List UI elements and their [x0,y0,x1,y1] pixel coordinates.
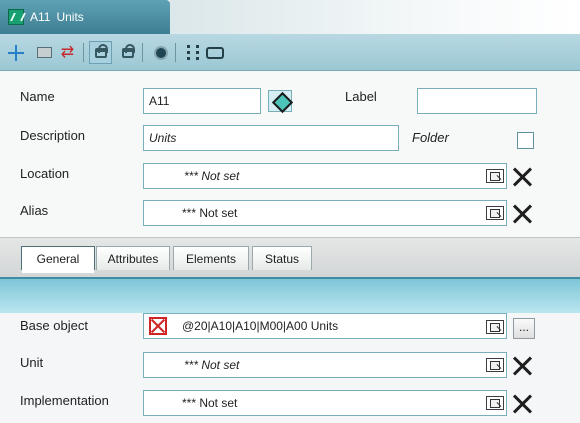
toolbar: ⇄ [0,34,580,71]
crosshair-icon[interactable] [4,41,27,64]
bars-icon[interactable] [181,41,204,64]
toolbar-separator [142,43,143,62]
lock-icon[interactable] [116,41,139,64]
description-field[interactable]: Units [143,125,399,151]
object-properties-form: Name A11 Label Description Units Folder … [0,72,580,237]
lookup-icon[interactable] [486,206,504,220]
folder-icon[interactable] [33,41,56,64]
description-label: Description [20,128,86,143]
object-type-icon [8,9,24,25]
alias-field[interactable]: *** Not set [143,200,507,226]
tab-general[interactable]: General [21,246,95,273]
alias-label: Alias [20,203,49,218]
folder-label: Folder [412,130,449,145]
lookup-icon[interactable] [486,169,504,183]
implementation-label: Implementation [20,393,109,408]
circle-icon[interactable] [149,41,172,64]
window-title-name: Units [56,10,84,24]
diamond-icon[interactable] [268,90,292,112]
close-icon[interactable] [511,203,533,225]
label-label: Label [345,89,377,104]
lookup-icon[interactable] [486,320,504,334]
folder-checkbox[interactable] [517,132,534,149]
toolbar-separator [175,43,176,62]
tab-elements[interactable]: Elements [173,246,249,270]
unit-label: Unit [20,355,44,370]
name-field[interactable]: A11 [143,88,261,114]
location-field[interactable]: *** Not set [143,163,507,189]
property-tabs: General Attributes Elements Status [0,237,580,277]
unit-field[interactable]: *** Not set [143,352,507,378]
window-tab[interactable]: A11 Units [0,0,170,34]
section-separator [0,277,580,313]
lock-icon[interactable] [89,41,112,64]
close-icon[interactable] [511,355,533,377]
window-title: A11 Units [30,10,84,24]
name-label: Name [20,89,55,104]
implementation-field[interactable]: *** Not set [143,390,507,416]
close-icon[interactable] [511,166,533,188]
browse-button[interactable]: ... [513,318,535,339]
arrow-icon[interactable]: ⇄ [56,41,79,64]
database-icon[interactable] [203,41,226,64]
lookup-icon[interactable] [486,396,504,410]
toolbar-separator [83,43,84,62]
tab-attributes[interactable]: Attributes [96,246,170,270]
base-object-field[interactable]: @20|A10|A10|M00|A00 Units [143,313,507,339]
close-icon[interactable] [511,393,533,415]
location-label: Location [20,166,70,181]
tab-status[interactable]: Status [252,246,312,270]
error-icon [149,317,167,335]
lookup-icon[interactable] [486,358,504,372]
label-field[interactable] [417,88,537,114]
base-object-label: Base object [20,318,88,333]
window-chrome-background [170,0,580,34]
window-title-code: A11 [30,10,51,24]
